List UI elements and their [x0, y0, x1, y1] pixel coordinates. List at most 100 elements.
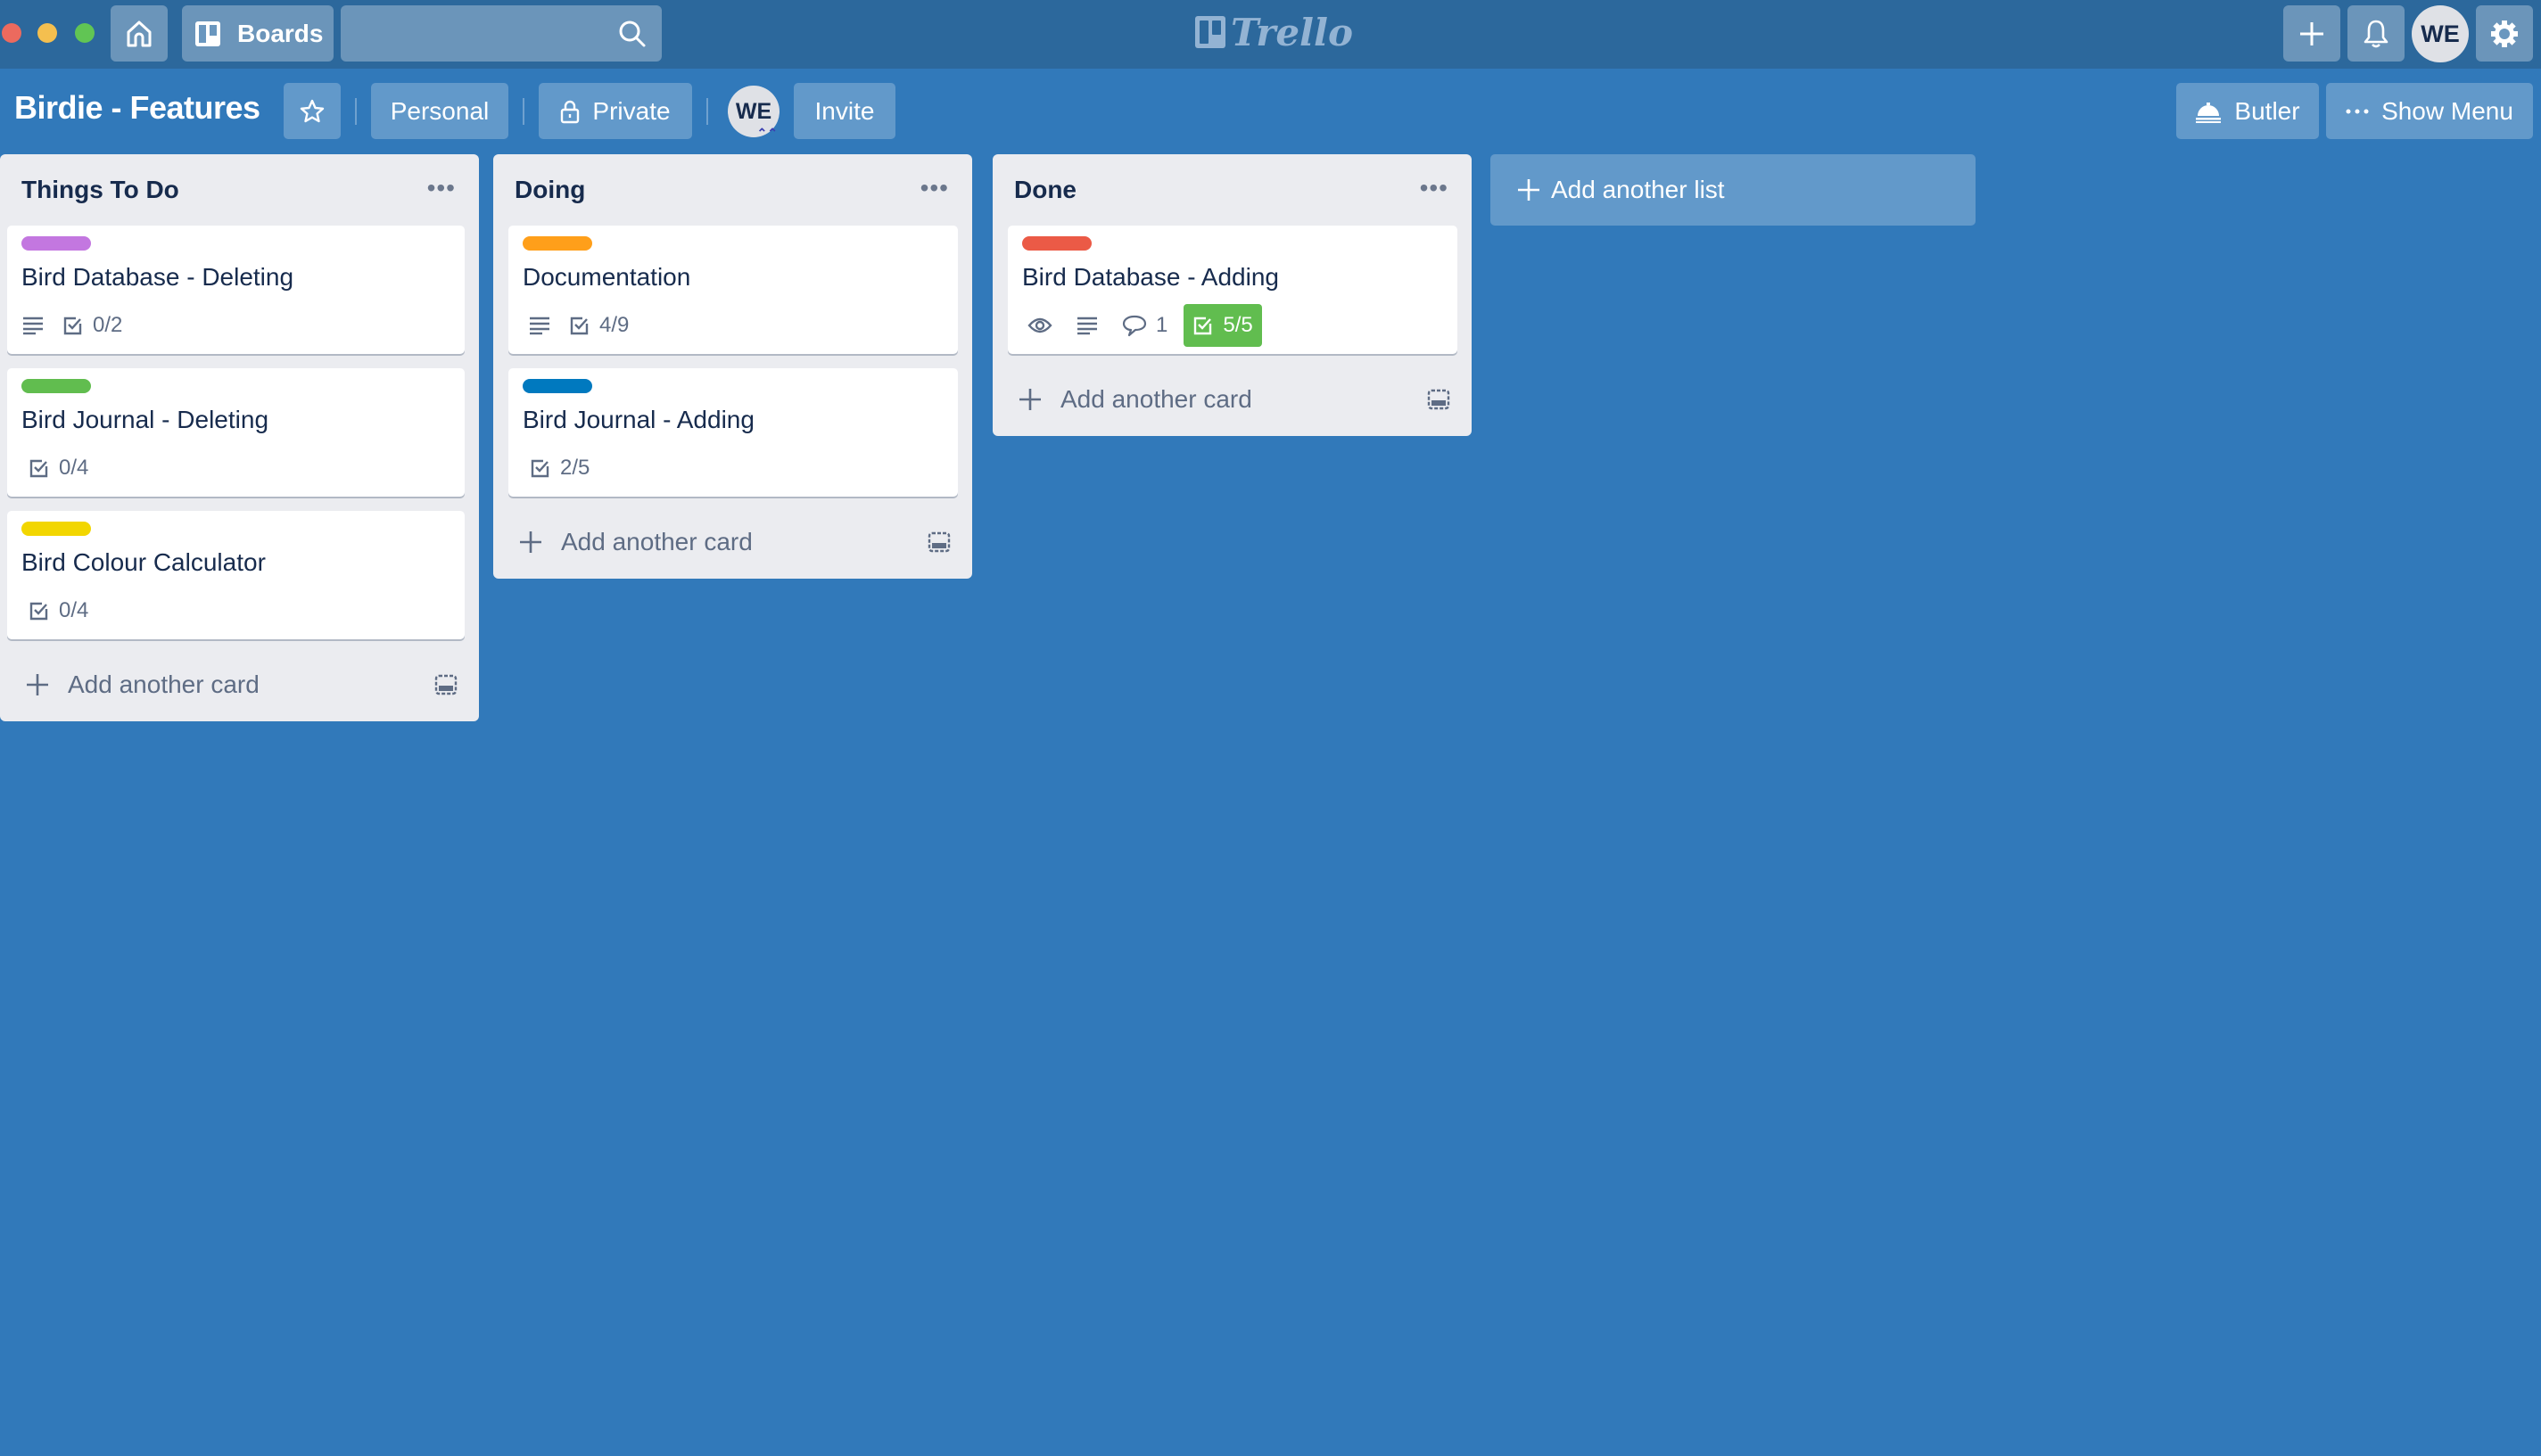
- gear-icon: [2489, 19, 2520, 49]
- plus-icon: [518, 530, 554, 555]
- list-menu-icon[interactable]: •••: [427, 174, 456, 202]
- add-list-button[interactable]: Add another list: [1490, 154, 1976, 226]
- add-card-label: Add another card: [561, 528, 753, 555]
- card-badges: 1 5/5: [1022, 304, 1262, 347]
- card-template-icon[interactable]: [1427, 388, 1450, 411]
- search-icon[interactable]: [617, 19, 648, 49]
- comments-badge: 1: [1122, 304, 1167, 347]
- card[interactable]: Documentation 4/9: [508, 226, 958, 354]
- description-icon: [1076, 316, 1099, 335]
- board-title[interactable]: Birdie - Features: [14, 89, 260, 127]
- add-card-button[interactable]: Add another card: [1002, 368, 1463, 431]
- card-label[interactable]: [21, 236, 91, 251]
- card-badges: 0/4: [21, 447, 88, 489]
- trello-logo[interactable]: Trello: [1195, 10, 1353, 54]
- list-things-to-do: Things To Do ••• Bird Database - Deletin…: [0, 154, 479, 721]
- checklist-badge: 0/4: [29, 447, 88, 489]
- invite-button[interactable]: Invite: [794, 83, 895, 139]
- list-header[interactable]: Doing •••: [493, 154, 972, 226]
- search-input[interactable]: [341, 5, 662, 62]
- card-label[interactable]: [21, 522, 91, 536]
- card-title: Bird Colour Calculator: [21, 548, 266, 576]
- window-minimize-button[interactable]: [37, 23, 57, 43]
- window-zoom-button[interactable]: [75, 23, 95, 43]
- card-template-icon[interactable]: [928, 531, 951, 554]
- card-badges: 0/4: [21, 589, 88, 632]
- comment-icon: [1122, 314, 1147, 337]
- member-initials: WE: [735, 98, 772, 124]
- checklist-icon: [530, 457, 551, 479]
- create-button[interactable]: [2283, 5, 2340, 62]
- user-avatar[interactable]: WE: [2412, 5, 2469, 62]
- checklist-count: 0/4: [59, 598, 89, 622]
- show-menu-label: Show Menu: [2381, 96, 2513, 125]
- checklist-badge: 2/5: [530, 447, 590, 489]
- list-title[interactable]: Done: [1014, 176, 1077, 204]
- card[interactable]: Bird Journal - Adding 2/5: [508, 368, 958, 497]
- checklist-count: 0/2: [93, 313, 123, 337]
- list-done: Done ••• Bird Database - Adding 1 5/5 Ad…: [993, 154, 1472, 436]
- window-close-button[interactable]: [2, 23, 21, 43]
- checklist-icon: [29, 600, 50, 621]
- card-badges: 4/9: [523, 304, 629, 347]
- plus-icon: [1018, 387, 1053, 412]
- watching-badge: [1027, 304, 1052, 347]
- card-title: Bird Journal - Deleting: [21, 406, 269, 433]
- card[interactable]: Bird Database - Adding 1 5/5: [1008, 226, 1457, 354]
- butler-button[interactable]: Butler: [2176, 83, 2319, 139]
- card-label[interactable]: [1022, 236, 1092, 251]
- card[interactable]: Bird Database - Deleting 0/2: [7, 226, 465, 354]
- checklist-badge: 4/9: [569, 304, 629, 347]
- checklist-badge: 0/4: [29, 589, 88, 632]
- bell-icon: [2363, 19, 2389, 49]
- card[interactable]: Bird Journal - Deleting 0/4: [7, 368, 465, 497]
- butler-label: Butler: [2234, 96, 2300, 125]
- header-divider: [706, 98, 708, 125]
- checklist-icon: [1192, 315, 1214, 336]
- plus-icon: [2298, 21, 2325, 47]
- home-button[interactable]: [111, 5, 168, 62]
- add-card-label: Add another card: [1060, 385, 1252, 413]
- plus-icon: [1517, 178, 1540, 202]
- card-title: Bird Database - Deleting: [21, 263, 294, 291]
- visibility-button[interactable]: Private: [539, 83, 692, 139]
- plus-icon: [25, 672, 61, 697]
- star-board-button[interactable]: [284, 83, 341, 139]
- card-label[interactable]: [523, 379, 592, 393]
- list-doing: Doing ••• Documentation 4/9 Bird Journal…: [493, 154, 972, 579]
- show-menu-button[interactable]: Show Menu: [2326, 83, 2533, 139]
- list-title[interactable]: Doing: [515, 176, 585, 204]
- description-badge: [21, 304, 45, 347]
- list-menu-icon[interactable]: •••: [1420, 174, 1448, 202]
- notifications-button[interactable]: [2347, 5, 2405, 62]
- list-title[interactable]: Things To Do: [21, 176, 179, 204]
- checklist-count: 2/5: [560, 456, 590, 480]
- star-icon: [300, 99, 325, 124]
- eye-icon: [1027, 317, 1052, 334]
- trello-logo-text: Trello: [1231, 10, 1353, 54]
- card-template-icon[interactable]: [434, 673, 458, 696]
- boards-label: Boards: [237, 19, 324, 47]
- card[interactable]: Bird Colour Calculator 0/4: [7, 511, 465, 639]
- team-button[interactable]: Personal: [371, 83, 508, 139]
- checklist-badge-complete: 5/5: [1184, 304, 1262, 347]
- settings-button[interactable]: [2476, 5, 2533, 62]
- comment-count: 1: [1156, 313, 1168, 337]
- checklist-count: 0/4: [59, 456, 89, 480]
- card-title: Bird Database - Adding: [1022, 263, 1279, 291]
- add-card-button[interactable]: Add another card: [502, 511, 963, 573]
- header-divider: [523, 98, 524, 125]
- checklist-icon: [569, 315, 590, 336]
- list-menu-icon[interactable]: •••: [920, 174, 949, 202]
- card-label[interactable]: [523, 236, 592, 251]
- checklist-count: 4/9: [599, 313, 630, 337]
- card-badges: 0/2: [21, 304, 122, 347]
- board-member-avatar[interactable]: WE ⌃⌃: [728, 86, 780, 139]
- list-header[interactable]: Done •••: [993, 154, 1472, 226]
- checklist-icon: [29, 457, 50, 479]
- boards-button[interactable]: Boards: [182, 5, 334, 62]
- add-card-button[interactable]: Add another card: [9, 654, 470, 716]
- more-icon: [2346, 108, 2369, 115]
- card-label[interactable]: [21, 379, 91, 393]
- list-header[interactable]: Things To Do •••: [0, 154, 479, 226]
